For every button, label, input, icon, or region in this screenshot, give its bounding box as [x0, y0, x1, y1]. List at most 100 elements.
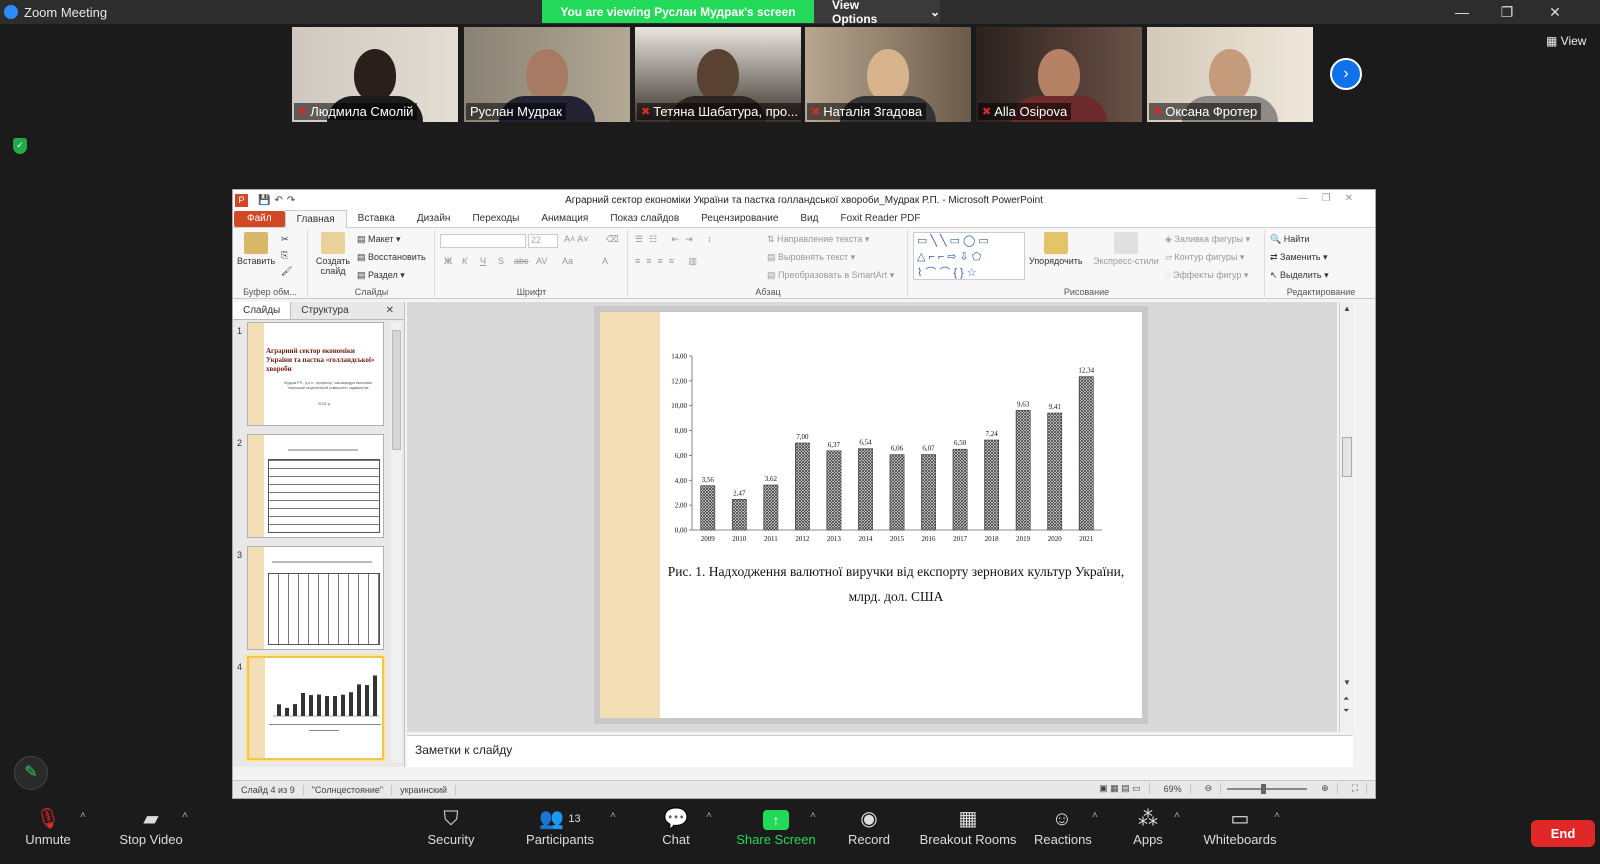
arrange-button[interactable]: Упорядочить [1029, 232, 1083, 266]
font-color-icon[interactable]: A [602, 256, 608, 266]
zoom-knob[interactable] [1261, 783, 1267, 794]
chevron-up-icon[interactable]: ˄ [80, 810, 86, 821]
participant-tile[interactable]: ✖ Людмила Смолій [292, 27, 458, 122]
restore-icon[interactable]: ❐ [1497, 3, 1517, 21]
minimize-icon[interactable]: — [1452, 3, 1472, 21]
chevron-up-icon[interactable]: ˄ [610, 810, 616, 821]
slide-thumbnail-4[interactable] [247, 656, 384, 760]
participant-tile[interactable]: ✖ Наталія Згадова [805, 27, 971, 122]
format-painter-icon[interactable]: 🖌 [281, 266, 292, 277]
apps-button[interactable]: ⁂ Apps ˄ [1132, 806, 1180, 847]
align-text-button[interactable]: ▤ Выровнять текст ▾ [767, 252, 855, 263]
tab-animation[interactable]: Анимация [530, 213, 599, 224]
view-buttons-icon[interactable]: ▣ ▦ ▤ ▭ [1091, 783, 1150, 794]
slide-scroll-thumb[interactable] [1342, 437, 1352, 477]
record-button[interactable]: ◉ Record [846, 806, 892, 847]
tab-home[interactable]: Главная [284, 209, 347, 228]
slide-thumbnail-3[interactable] [247, 546, 384, 650]
tab-slides[interactable]: Слайды [233, 302, 292, 319]
strike-button[interactable]: abc [514, 256, 529, 266]
underline-button[interactable]: Ч [480, 256, 486, 266]
participant-tile[interactable]: ✖ Оксана Фротер [1147, 27, 1313, 122]
current-slide[interactable]: 0,00 2,00 4,00 6,00 8,00 10,00 12,00 14,00 3,56 2… [600, 312, 1142, 718]
notes-pane[interactable]: Заметки к слайду [407, 735, 1353, 767]
chevron-up-icon[interactable]: ˄ [182, 810, 188, 821]
ppt-window-controls[interactable]: —❐✕ [1298, 193, 1367, 204]
panel-scrollbar[interactable] [391, 322, 402, 762]
shape-effects-button[interactable]: ◌ Эффекты фигур ▾ [1165, 270, 1248, 281]
shape-outline-button[interactable]: ▱ Контур фигуры ▾ [1165, 252, 1244, 263]
smartart-button[interactable]: ▤ Преобразовать в SmartArt ▾ [767, 270, 894, 281]
prev-slide-icon[interactable]: ⏶ [1343, 694, 1349, 704]
close-panel-icon[interactable]: ✕ [376, 302, 404, 319]
chat-button[interactable]: 💬 Chat ˄ [658, 806, 712, 847]
font-size-select[interactable]: 22 [528, 234, 558, 248]
stop-video-button[interactable]: ▰ Stop Video ˄ [110, 806, 192, 847]
next-slide-icon[interactable]: ⏷ [1343, 706, 1349, 716]
chevron-up-icon[interactable]: ˄ [1274, 810, 1280, 821]
zoom-in-icon[interactable]: ⊕ [1313, 783, 1338, 794]
zoom-slider[interactable] [1227, 783, 1308, 794]
reset-button[interactable]: ▤ Восстановить [357, 252, 426, 263]
select-button[interactable]: ↖ Выделить ▾ [1270, 270, 1329, 281]
tab-insert[interactable]: Вставка [347, 213, 406, 224]
participants-button[interactable]: 👥 13 Participants ˄ [522, 806, 616, 847]
share-screen-button[interactable]: ↑ Share Screen ˄ [734, 806, 818, 847]
whiteboards-button[interactable]: ▭ Whiteboards ˄ [1202, 806, 1280, 847]
participant-tile[interactable]: ✖ Тетяна Шабатура, про... [635, 27, 801, 122]
tab-outline[interactable]: Структура [291, 302, 358, 319]
scroll-down-icon[interactable]: ▼ [1343, 678, 1351, 687]
zoom-out-icon[interactable]: ⊖ [1197, 783, 1222, 794]
tab-foxit[interactable]: Foxit Reader PDF [829, 213, 931, 224]
list-buttons-icon[interactable]: ☰☷ ⇤⇥ ↕ [635, 234, 718, 245]
slide-thumbnail-2[interactable] [247, 434, 384, 538]
panel-scroll-thumb[interactable] [392, 330, 401, 450]
participant-tile[interactable]: ✖ Alla Osipova [976, 27, 1142, 122]
security-button[interactable]: ⛉ Security [424, 806, 478, 847]
security-shield-icon[interactable]: ✓ [13, 138, 27, 154]
tab-design[interactable]: Дизайн [406, 213, 462, 224]
find-button[interactable]: 🔍 Найти [1270, 234, 1309, 245]
slide-scrollbar[interactable]: ▲ ▼ ⏶ ⏷ [1339, 302, 1353, 732]
chevron-up-icon[interactable]: ˄ [1174, 810, 1180, 821]
unmute-button[interactable]: 🎙 Unmute ˄ [20, 806, 86, 847]
scroll-up-icon[interactable]: ▲ [1343, 304, 1351, 313]
next-page-arrow-icon[interactable]: › [1330, 58, 1362, 90]
language-indicator[interactable]: украинский [392, 784, 457, 795]
align-buttons-icon[interactable]: ≡≡≡≡ ▥ [635, 256, 703, 267]
close-icon[interactable]: ✕ [1545, 3, 1565, 21]
chevron-up-icon[interactable]: ˄ [706, 810, 712, 821]
copy-icon[interactable]: ⎘ [281, 250, 288, 261]
shape-fill-button[interactable]: ◈ Заливка фигуры ▾ [1165, 234, 1250, 245]
text-direction-button[interactable]: ⇅ Направление текста ▾ [767, 234, 869, 245]
slide-thumbnail-1[interactable]: Аграрний сектор економіки України та пас… [247, 322, 384, 426]
view-layout-button[interactable]: ▦ View [1546, 34, 1586, 48]
italic-button[interactable]: К [462, 256, 467, 266]
shapes-gallery[interactable]: ▭╲╲▭◯▭ △⌐⌐⇨⇩⬠ ⌇⌒⌒{}☆ [913, 232, 1025, 280]
breakout-rooms-button[interactable]: ▦ Breakout Rooms [918, 806, 1018, 847]
view-options-button[interactable]: View Options ⌄ [814, 0, 940, 26]
cut-icon[interactable]: ✂ [281, 234, 289, 245]
bold-button[interactable]: Ж [444, 256, 452, 266]
chevron-up-icon[interactable]: ˄ [1092, 810, 1098, 821]
reactions-button[interactable]: ☺ Reactions ˄ [1034, 806, 1098, 847]
layout-button[interactable]: ▤ Макет ▾ [357, 234, 401, 245]
tab-file[interactable]: Файл [234, 210, 285, 227]
paste-button[interactable]: Вставить [237, 232, 275, 266]
clear-format-icon[interactable]: ⌫ [606, 234, 619, 245]
tab-review[interactable]: Рецензирование [690, 213, 789, 224]
font-name-select[interactable] [440, 234, 526, 248]
zoom-level[interactable]: 69% [1156, 783, 1191, 794]
case-button[interactable]: Aa [562, 256, 573, 266]
replace-button[interactable]: ⇄ Заменить ▾ [1270, 252, 1328, 263]
shadow-button[interactable]: S [498, 256, 504, 266]
end-meeting-button[interactable]: End [1531, 820, 1595, 847]
section-button[interactable]: ▤ Раздел ▾ [357, 270, 405, 281]
new-slide-button[interactable]: Создать слайд [313, 232, 353, 276]
annotate-pen-icon[interactable]: ✎ [14, 756, 48, 790]
tab-transitions[interactable]: Переходы [461, 213, 530, 224]
participant-tile[interactable]: Руслан Мудрак [464, 27, 630, 122]
quick-styles-button[interactable]: Экспресс-стили [1093, 232, 1159, 266]
grow-font-icon[interactable]: A˄ A˅ [564, 234, 589, 244]
tab-view[interactable]: Вид [789, 213, 829, 224]
